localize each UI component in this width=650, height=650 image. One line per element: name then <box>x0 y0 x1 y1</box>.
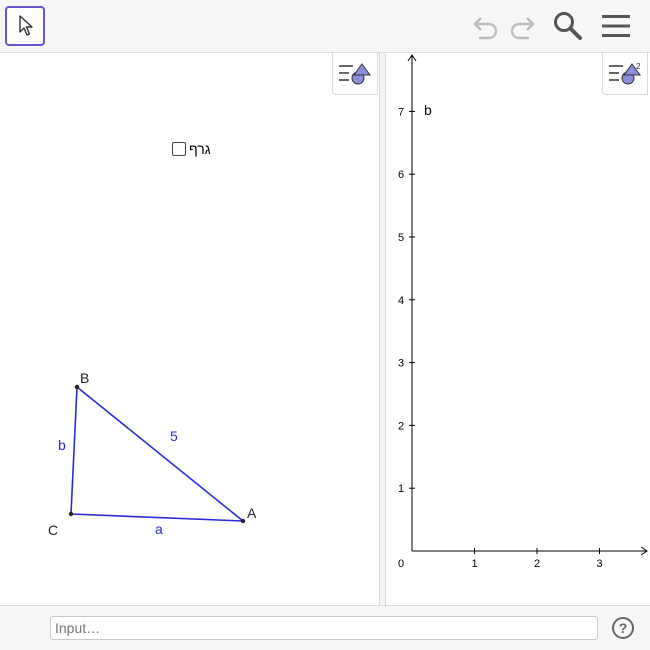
style-bar-icon <box>339 62 371 84</box>
y-tick-label: 1 <box>398 483 404 495</box>
redo-button[interactable] <box>506 11 538 43</box>
geogebra-app: גרף B C A b a 5 2 b 0 1 2 3 1 2 3 4 5 6 … <box>0 0 650 650</box>
search-button[interactable] <box>551 9 585 43</box>
x-tick-label: 3 <box>597 558 603 570</box>
segment-b-label: b <box>58 437 66 453</box>
graphics-view-2[interactable]: b 0 1 2 3 1 2 3 4 5 6 7 <box>386 53 650 605</box>
y-tick-label: 4 <box>398 295 404 307</box>
input-bar: ? <box>0 605 650 650</box>
x-tick-label: 1 <box>472 558 478 570</box>
point-c[interactable] <box>68 511 74 517</box>
search-icon <box>554 12 582 40</box>
point-b-label: B <box>80 370 89 386</box>
segment-c[interactable] <box>76 386 244 522</box>
graphics-view-1[interactable]: גרף B C A b a 5 <box>0 53 379 605</box>
triangle-drawing: B C A b a 5 <box>48 370 257 538</box>
y-tick-label: 6 <box>398 169 404 181</box>
cursor-arrow-icon <box>19 15 33 36</box>
style-bar-2-icon: 2 <box>609 62 641 84</box>
y-tick-label: 7 <box>398 106 404 118</box>
segment-b[interactable] <box>70 386 78 515</box>
undo-icon <box>473 17 498 40</box>
undo-button[interactable] <box>470 11 502 43</box>
label-b: b <box>424 102 432 118</box>
x-tick-label: 2 <box>534 558 540 570</box>
coordinate-axes: b 0 1 2 3 1 2 3 4 5 6 7 <box>398 54 648 570</box>
checkbox-box[interactable] <box>172 142 186 156</box>
svg-text:2: 2 <box>636 62 641 71</box>
menu-button[interactable] <box>598 9 634 43</box>
view-divider[interactable] <box>379 53 386 605</box>
input-field[interactable] <box>50 616 598 640</box>
move-tool-button[interactable] <box>5 6 45 46</box>
segment-a-label: a <box>155 521 163 537</box>
redo-icon <box>510 17 535 40</box>
point-a[interactable] <box>240 518 246 524</box>
y-tick-label: 5 <box>398 232 404 244</box>
help-icon: ? <box>618 620 628 636</box>
hamburger-menu-icon <box>602 15 630 37</box>
toolbar <box>0 0 650 53</box>
style-bar-toggle-2[interactable]: 2 <box>602 53 648 95</box>
segment-c-value: 5 <box>170 428 178 444</box>
y-tick-label: 2 <box>398 420 404 432</box>
segment-a[interactable] <box>70 513 244 522</box>
origin-label: 0 <box>398 558 404 570</box>
checkbox-label: גרף <box>189 141 211 157</box>
point-b[interactable] <box>74 384 80 390</box>
y-tick-label: 3 <box>398 358 404 370</box>
help-button[interactable]: ? <box>612 617 634 639</box>
graph-checkbox[interactable]: גרף <box>172 141 211 157</box>
point-c-label: C <box>48 522 58 538</box>
point-a-label: A <box>247 505 257 521</box>
style-bar-toggle-1[interactable] <box>332 53 378 95</box>
